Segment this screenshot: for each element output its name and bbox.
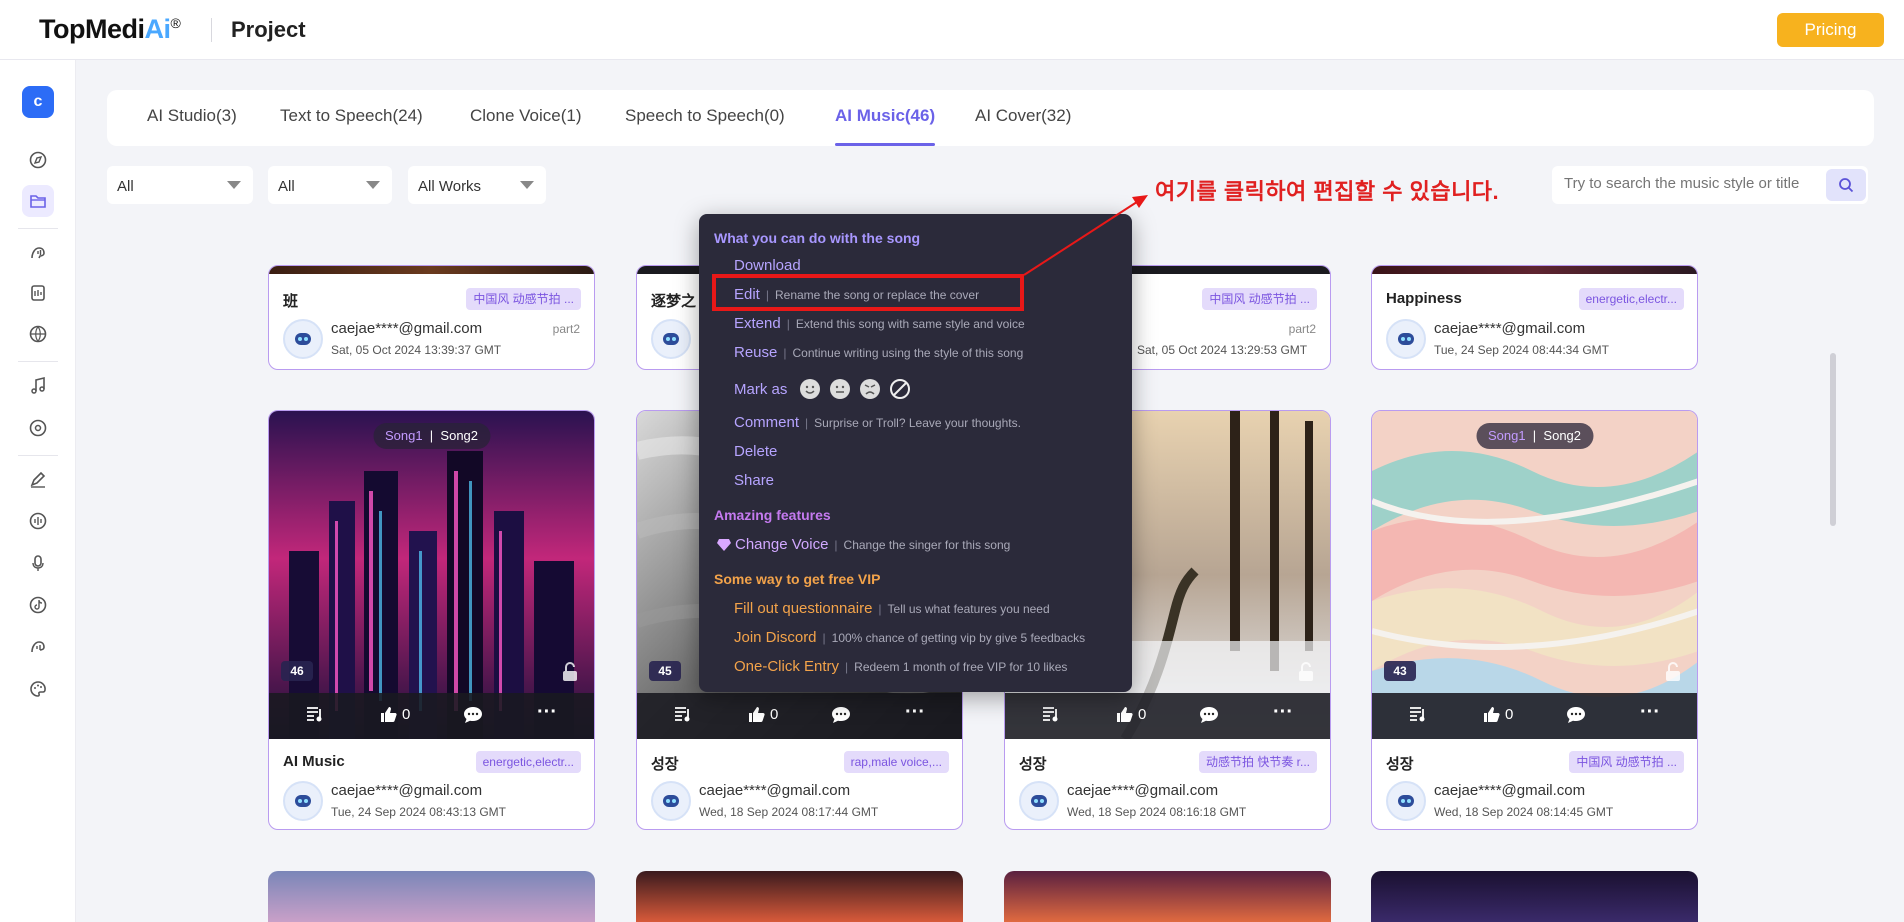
annotation-text: 여기를 클릭하여 편집할 수 있습니다. — [1155, 179, 1500, 204]
annotation-arrow-icon — [1023, 195, 1148, 276]
